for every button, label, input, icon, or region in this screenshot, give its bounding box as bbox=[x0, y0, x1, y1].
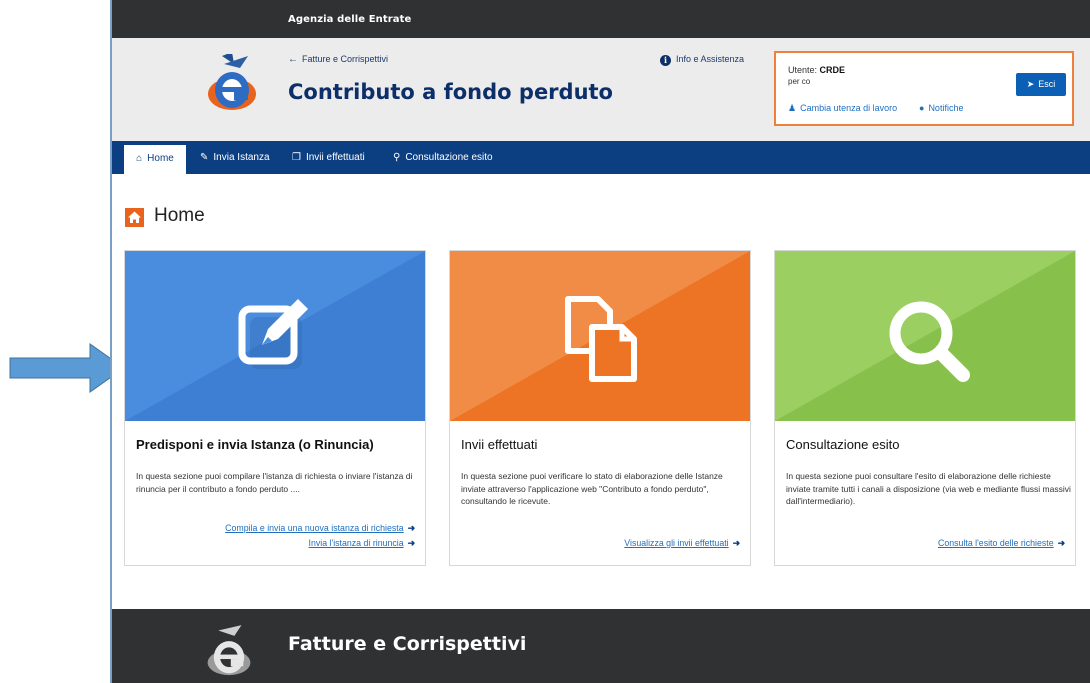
change-user-label: Cambia utenza di lavoro bbox=[800, 103, 898, 113]
agenzia-logo-icon bbox=[207, 625, 251, 676]
page-frame: Agenzia delle Entrate ← Fatture e Corrisp… bbox=[110, 0, 1090, 683]
tab-home[interactable]: ⌂ Home bbox=[124, 145, 186, 174]
user-name: CRDE bbox=[819, 65, 846, 75]
annotation-arrow-icon bbox=[9, 343, 125, 393]
info-link-label: Info e Assistenza bbox=[676, 54, 745, 64]
tab-invii-label: Invii effettuati bbox=[305, 152, 365, 163]
copy-icon: ❐ bbox=[292, 152, 301, 163]
card-visual[interactable] bbox=[125, 251, 425, 421]
tab-home-label: Home bbox=[147, 153, 174, 164]
invia-rinuncia-link[interactable]: Invia l'istanza di rinuncia ➜ bbox=[309, 538, 415, 549]
user-label: Utente: bbox=[788, 65, 818, 75]
card-title: Predisponi e invia Istanza (o Rinuncia) bbox=[136, 437, 374, 452]
page-title: Home bbox=[154, 205, 205, 226]
agenzia-logo-icon bbox=[208, 54, 256, 110]
link-label: Compila e invia una nuova istanza di ric… bbox=[225, 523, 404, 533]
arrow-right-icon: ➜ bbox=[1057, 538, 1065, 548]
tab-invii-effettuati[interactable]: ❐ Invii effettuati bbox=[292, 141, 365, 174]
card-description: In questa sezione puoi verificare lo sta… bbox=[461, 471, 723, 506]
info-link[interactable]: i Info e Assistenza bbox=[660, 54, 744, 66]
notifications-label: Notifiche bbox=[928, 103, 964, 113]
exit-label: Esci bbox=[1038, 79, 1056, 89]
tab-invia-label: Invia Istanza bbox=[213, 152, 270, 163]
link-label: Consulta l'esito delle richieste bbox=[938, 538, 1054, 548]
bell-icon: ● bbox=[919, 103, 925, 113]
card-invii-effettuati: Invii effettuati In questa sezione puoi … bbox=[449, 250, 751, 566]
header: ← Fatture e Corrispettivi Contributo a fo… bbox=[112, 38, 1090, 141]
app-title: Contributo a fondo perduto bbox=[288, 80, 613, 104]
consulta-esito-link[interactable]: Consulta l'esito delle richieste ➜ bbox=[938, 538, 1065, 549]
visualizza-invii-link[interactable]: Visualizza gli invii effettuati ➜ bbox=[624, 538, 740, 549]
tab-consultazione-esito[interactable]: ⚲ Consultazione esito bbox=[393, 141, 493, 174]
arrow-right-icon: ➜ bbox=[732, 538, 740, 548]
footer: Fatture e Corrispettivi bbox=[112, 609, 1090, 683]
main-nav: ⌂ Home ✎ Invia Istanza ❐ Invii effettuati ⚲… bbox=[112, 141, 1090, 174]
arrow-right-icon: ➜ bbox=[407, 538, 415, 548]
search-icon: ⚲ bbox=[393, 152, 401, 163]
change-user-link[interactable]: ♟ Cambia utenza di lavoro bbox=[788, 103, 897, 114]
card-description: In questa sezione puoi consultare l'esit… bbox=[786, 471, 1071, 506]
card-title: Consultazione esito bbox=[786, 437, 900, 452]
user-panel: Utente: CRDE per co ➤ Esci ♟ Cambia utenza… bbox=[774, 51, 1074, 126]
home-icon bbox=[125, 208, 144, 227]
card-consultazione-esito: Consultazione esito In questa sezione pu… bbox=[774, 250, 1076, 566]
footer-title: Fatture e Corrispettivi bbox=[288, 633, 527, 655]
back-link[interactable]: ← Fatture e Corrispettivi bbox=[288, 54, 388, 65]
card-description: In questa sezione puoi compilare l'istan… bbox=[136, 471, 413, 494]
card-visual[interactable] bbox=[450, 251, 750, 421]
user-info: Utente: CRDE bbox=[788, 65, 845, 75]
per-text: per co bbox=[788, 77, 811, 86]
top-bar: Agenzia delle Entrate bbox=[112, 0, 1090, 38]
users-icon: ♟ bbox=[788, 103, 797, 113]
arrow-right-icon: ➜ bbox=[407, 523, 415, 533]
card-visual[interactable] bbox=[775, 251, 1075, 421]
info-icon: i bbox=[660, 55, 671, 66]
tab-consultazione-label: Consultazione esito bbox=[405, 152, 493, 163]
link-label: Invia l'istanza di rinuncia bbox=[308, 538, 404, 548]
agency-name: Agenzia delle Entrate bbox=[288, 14, 412, 25]
compila-nuova-istanza-link[interactable]: Compila e invia una nuova istanza di ric… bbox=[225, 523, 415, 534]
back-link-label: Fatture e Corrispettivi bbox=[302, 54, 389, 64]
card-predisponi-istanza: Predisponi e invia Istanza (o Rinuncia) … bbox=[124, 250, 426, 566]
link-label: Visualizza gli invii effettuati bbox=[624, 538, 729, 548]
home-icon: ⌂ bbox=[136, 153, 143, 164]
arrow-left-icon: ← bbox=[288, 54, 298, 65]
card-title: Invii effettuati bbox=[461, 437, 538, 452]
notifications-link[interactable]: ● Notifiche bbox=[919, 103, 963, 113]
exit-button[interactable]: ➤ Esci bbox=[1016, 73, 1066, 96]
tab-invia-istanza[interactable]: ✎ Invia Istanza bbox=[200, 141, 270, 174]
edit-icon bbox=[238, 299, 308, 369]
edit-icon: ✎ bbox=[200, 152, 209, 163]
sign-out-icon: ➤ bbox=[1026, 79, 1035, 89]
